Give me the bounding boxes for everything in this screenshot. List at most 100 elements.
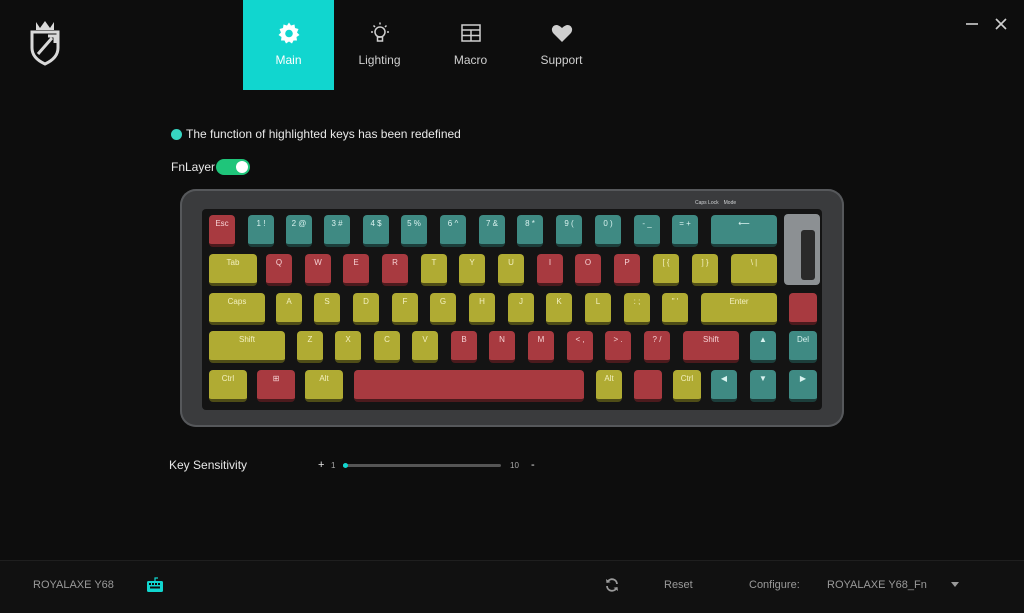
key[interactable]: = + bbox=[672, 215, 698, 247]
status-dot bbox=[171, 128, 182, 140]
key[interactable]: D bbox=[353, 293, 379, 325]
key[interactable]: J bbox=[508, 293, 534, 325]
key[interactable]: 3 # bbox=[324, 215, 350, 247]
key[interactable]: P bbox=[614, 254, 640, 286]
key[interactable]: Enter bbox=[701, 293, 777, 325]
key[interactable]: Alt bbox=[596, 370, 622, 402]
key[interactable]: ⟵ bbox=[711, 215, 777, 247]
volume-knob[interactable] bbox=[801, 230, 815, 280]
fnlayer-label: FnLayer bbox=[171, 160, 216, 174]
sensitivity-max-label: 10 bbox=[510, 461, 519, 470]
key[interactable]: C bbox=[374, 331, 400, 363]
key[interactable]: B bbox=[451, 331, 477, 363]
tab-lighting[interactable]: Lighting bbox=[334, 0, 425, 90]
key[interactable]: E bbox=[343, 254, 369, 286]
grid-icon bbox=[460, 24, 481, 42]
reset-button[interactable]: Reset bbox=[664, 579, 693, 591]
key[interactable] bbox=[354, 370, 584, 402]
key[interactable]: Tab bbox=[209, 254, 257, 286]
sensitivity-plus-button[interactable]: + bbox=[318, 459, 324, 471]
close-icon bbox=[995, 18, 1007, 30]
key[interactable]: : ; bbox=[624, 293, 650, 325]
key[interactable]: Z bbox=[297, 331, 323, 363]
key[interactable]: 8 * bbox=[517, 215, 543, 247]
tab-support[interactable]: Support bbox=[516, 0, 607, 90]
key[interactable]: 5 % bbox=[401, 215, 427, 247]
key[interactable]: Shift bbox=[683, 331, 739, 363]
chevron-down-icon[interactable] bbox=[951, 582, 959, 587]
key[interactable]: 7 & bbox=[479, 215, 505, 247]
key[interactable]: 1 ! bbox=[248, 215, 274, 247]
key[interactable]: Ctrl bbox=[673, 370, 701, 402]
lightbulb-icon bbox=[370, 22, 389, 42]
key[interactable]: M bbox=[528, 331, 554, 363]
key[interactable]: 2 @ bbox=[286, 215, 312, 247]
tab-macro[interactable]: Macro bbox=[425, 0, 516, 90]
refresh-icon[interactable] bbox=[604, 577, 620, 593]
key[interactable]: O bbox=[575, 254, 601, 286]
key[interactable]: U bbox=[498, 254, 524, 286]
tab-main[interactable]: Main bbox=[243, 0, 334, 90]
key[interactable]: ? / bbox=[644, 331, 670, 363]
key[interactable]: ◀ bbox=[711, 370, 737, 402]
close-button[interactable] bbox=[991, 14, 1011, 34]
key[interactable]: [ { bbox=[653, 254, 679, 286]
toggle-knob bbox=[236, 161, 249, 173]
key[interactable]: 9 ( bbox=[556, 215, 582, 247]
key[interactable]: F bbox=[392, 293, 418, 325]
key[interactable]: R bbox=[382, 254, 408, 286]
key[interactable]: W bbox=[305, 254, 331, 286]
key[interactable]: ▲ bbox=[750, 331, 776, 363]
key[interactable]: Caps bbox=[209, 293, 265, 325]
sensitivity-minus-button[interactable]: - bbox=[531, 459, 535, 471]
tab-lighting-label: Lighting bbox=[358, 53, 401, 67]
configure-dropdown[interactable]: ROYALAXE Y68_Fn bbox=[827, 579, 927, 591]
key[interactable] bbox=[634, 370, 662, 402]
key[interactable]: 6 ^ bbox=[440, 215, 466, 247]
key[interactable]: 4 $ bbox=[363, 215, 389, 247]
key[interactable]: - _ bbox=[634, 215, 660, 247]
key[interactable]: > . bbox=[605, 331, 631, 363]
fnlayer-toggle[interactable] bbox=[216, 159, 251, 175]
mode-indicator: Mode bbox=[723, 200, 737, 206]
key[interactable]: Shift bbox=[209, 331, 285, 363]
key[interactable]: Alt bbox=[305, 370, 343, 402]
key[interactable] bbox=[789, 293, 817, 325]
device-name: ROYALAXE Y68 bbox=[33, 579, 114, 591]
key[interactable]: Del bbox=[789, 331, 817, 363]
sensitivity-min-label: 1 bbox=[331, 461, 336, 470]
caps-lock-indicator: Caps Lock bbox=[695, 200, 719, 206]
key[interactable]: Y bbox=[459, 254, 485, 286]
key[interactable]: V bbox=[412, 331, 438, 363]
key[interactable]: " ' bbox=[662, 293, 688, 325]
minimize-button[interactable] bbox=[962, 14, 982, 34]
keyboard-icon[interactable] bbox=[146, 577, 164, 593]
tab-macro-label: Macro bbox=[453, 53, 488, 67]
key[interactable]: Q bbox=[266, 254, 292, 286]
key[interactable]: N bbox=[489, 331, 515, 363]
key[interactable]: K bbox=[546, 293, 572, 325]
tab-support-label: Support bbox=[540, 53, 583, 67]
minimize-icon bbox=[966, 23, 978, 25]
key[interactable]: ▼ bbox=[750, 370, 776, 402]
key[interactable]: Ctrl bbox=[209, 370, 247, 402]
key[interactable]: T bbox=[421, 254, 447, 286]
key[interactable]: H bbox=[469, 293, 495, 325]
key[interactable]: X bbox=[335, 331, 361, 363]
key[interactable]: 0 ) bbox=[595, 215, 621, 247]
keyboard-indicators: Caps Lock Mode bbox=[695, 200, 736, 206]
sensitivity-slider[interactable] bbox=[343, 463, 501, 468]
key[interactable]: ▶ bbox=[789, 370, 817, 402]
key[interactable]: \ | bbox=[731, 254, 777, 286]
key[interactable]: A bbox=[276, 293, 302, 325]
key[interactable]: < , bbox=[567, 331, 593, 363]
key[interactable]: S bbox=[314, 293, 340, 325]
key[interactable]: G bbox=[430, 293, 456, 325]
tab-main-label: Main bbox=[275, 53, 302, 67]
key[interactable]: L bbox=[585, 293, 611, 325]
key[interactable]: Esc bbox=[209, 215, 235, 247]
key[interactable]: ⊞ bbox=[257, 370, 295, 402]
key[interactable]: ] } bbox=[692, 254, 718, 286]
key[interactable]: I bbox=[537, 254, 563, 286]
sensitivity-slider-thumb[interactable] bbox=[343, 463, 348, 468]
